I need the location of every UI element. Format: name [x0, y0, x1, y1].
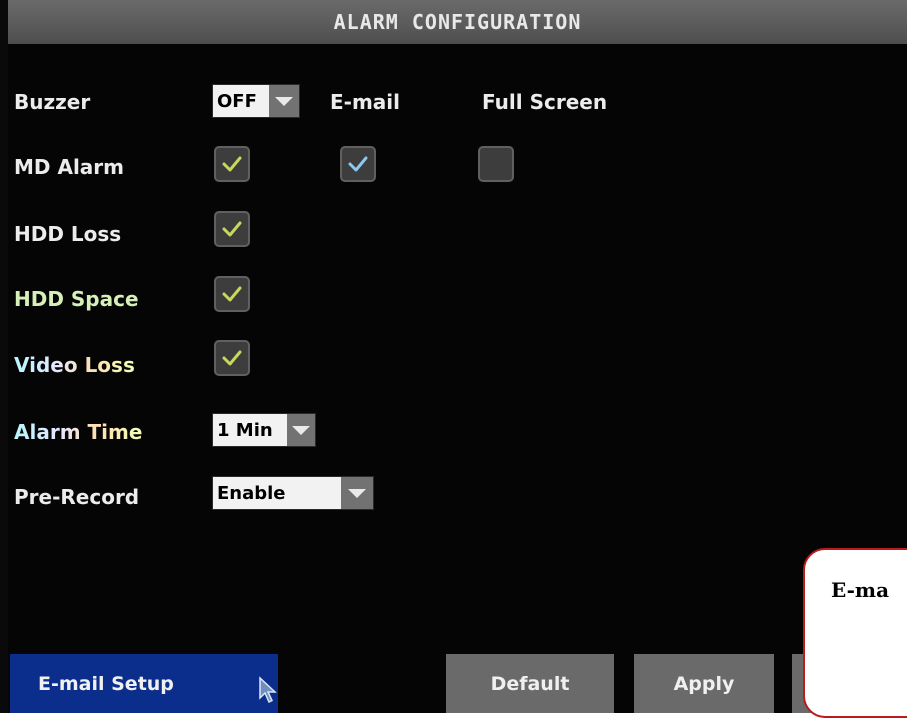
- chevron-down-icon: [287, 414, 315, 446]
- column-header-full-screen: Full Screen: [482, 90, 608, 114]
- alarm-configuration-screen: ALARM CONFIGURATION E-mail Full Screen B…: [0, 0, 907, 713]
- buzzer-dropdown[interactable]: OFF: [212, 84, 300, 118]
- column-header-email: E-mail: [330, 90, 401, 114]
- checkmark-icon: [222, 221, 242, 237]
- mouse-cursor-icon: [259, 676, 277, 704]
- pre-record-dropdown[interactable]: Enable: [212, 476, 374, 510]
- apply-button[interactable]: Apply: [634, 654, 774, 713]
- alarm-time-label: Alarm Time: [14, 420, 143, 444]
- md-alarm-full-screen-checkbox[interactable]: [478, 146, 514, 182]
- md-alarm-buzzer-checkbox[interactable]: [214, 146, 250, 182]
- md-alarm-label: MD Alarm: [14, 155, 124, 179]
- hdd-space-buzzer-checkbox[interactable]: [214, 276, 250, 312]
- video-loss-label: Video Loss: [14, 353, 135, 377]
- md-alarm-email-checkbox[interactable]: [340, 146, 376, 182]
- buzzer-label: Buzzer: [14, 90, 91, 114]
- email-callout-text: E-ma: [831, 578, 890, 602]
- checkmark-icon: [222, 350, 242, 366]
- pre-record-label: Pre-Record: [14, 485, 140, 509]
- alarm-time-dropdown[interactable]: 1 Min: [212, 413, 316, 447]
- hdd-space-label: HDD Space: [14, 287, 139, 311]
- chevron-down-icon: [341, 477, 373, 509]
- hdd-loss-buzzer-checkbox[interactable]: [214, 211, 250, 247]
- email-callout: E-ma: [803, 548, 907, 718]
- buzzer-dropdown-value: OFF: [213, 85, 269, 117]
- checkmark-icon: [222, 156, 242, 172]
- screen-left-edge: [0, 0, 8, 713]
- default-button[interactable]: Default: [446, 654, 614, 713]
- pre-record-dropdown-value: Enable: [213, 477, 341, 509]
- chevron-down-icon: [269, 85, 299, 117]
- alarm-time-dropdown-value: 1 Min: [213, 414, 287, 446]
- page-title: ALARM CONFIGURATION: [8, 0, 907, 44]
- hdd-loss-label: HDD Loss: [14, 222, 122, 246]
- email-setup-button[interactable]: E-mail Setup: [10, 654, 278, 713]
- checkmark-icon: [348, 156, 368, 172]
- checkmark-icon: [222, 286, 242, 302]
- video-loss-buzzer-checkbox[interactable]: [214, 340, 250, 376]
